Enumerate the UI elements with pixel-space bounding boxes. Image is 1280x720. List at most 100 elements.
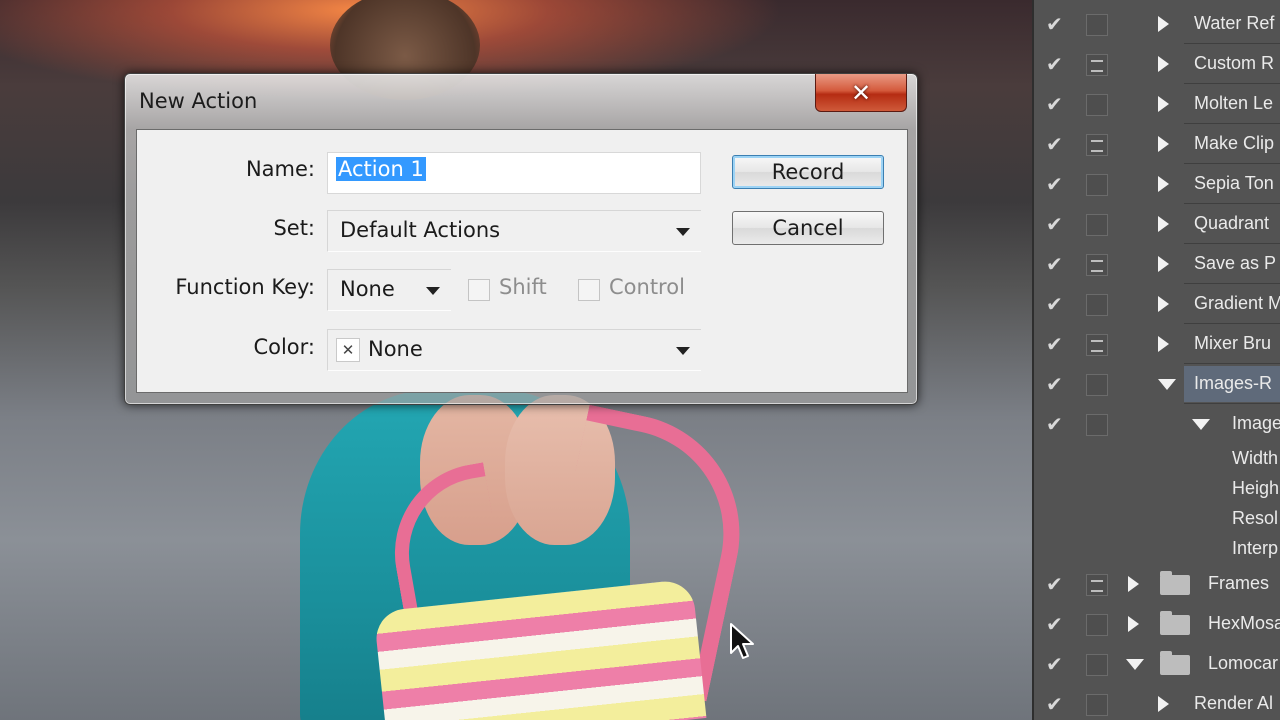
action-row-label: Sepia Ton (1194, 173, 1274, 193)
dialog-toggle-icon[interactable] (1086, 574, 1108, 596)
expand-down-icon[interactable] (1126, 659, 1144, 670)
color-dropdown-value: None (368, 337, 423, 361)
action-row[interactable]: ✔ Render Al (1034, 684, 1280, 720)
action-step-row[interactable]: Width (1034, 444, 1280, 474)
checkmark-icon[interactable]: ✔ (1046, 214, 1066, 234)
action-row[interactable]: ✔ Mixer Bru (1034, 324, 1280, 364)
expand-right-icon[interactable] (1158, 136, 1169, 152)
action-row-label: Gradient M (1194, 293, 1280, 313)
action-row[interactable]: ✔ Image (1034, 404, 1280, 444)
expand-right-icon[interactable] (1158, 16, 1169, 32)
action-row-label: Images-R (1194, 373, 1273, 393)
name-input-value: Action 1 (336, 157, 426, 181)
action-row-label: Water Ref (1194, 13, 1275, 33)
checkmark-icon[interactable]: ✔ (1046, 294, 1066, 314)
actions-panel: ✔ Water Ref ✔ Custom R ✔ Molten Le ✔ Make Clip ✔… (1032, 0, 1280, 720)
expand-right-icon[interactable] (1158, 296, 1169, 312)
expand-right-icon[interactable] (1158, 176, 1169, 192)
mouse-cursor-icon (730, 623, 754, 659)
function-key-dropdown[interactable]: None (327, 269, 451, 311)
chevron-down-icon (426, 287, 440, 295)
checkmark-icon[interactable]: ✔ (1046, 94, 1066, 114)
checkmark-icon[interactable]: ✔ (1046, 414, 1066, 434)
checkmark-icon[interactable]: ✔ (1046, 254, 1066, 274)
dialog-toggle-icon[interactable] (1086, 174, 1108, 196)
control-checkbox[interactable] (578, 279, 600, 301)
dialog-toggle-icon[interactable] (1086, 14, 1108, 36)
color-dropdown[interactable]: ✕ None (327, 329, 701, 371)
dialog-toggle-icon[interactable] (1086, 254, 1108, 276)
checkmark-icon[interactable]: ✔ (1046, 694, 1066, 714)
action-set-label: HexMosa (1208, 613, 1280, 633)
action-set-row[interactable]: ✔ Frames (1034, 564, 1280, 604)
expand-right-icon[interactable] (1158, 256, 1169, 272)
set-dropdown-value: Default Actions (340, 218, 501, 242)
dialog-toggle-icon[interactable] (1086, 694, 1108, 716)
expand-right-icon[interactable] (1128, 616, 1139, 632)
action-step-row[interactable]: Interp (1034, 534, 1280, 564)
expand-right-icon[interactable] (1158, 216, 1169, 232)
dialog-toggle-icon[interactable] (1086, 294, 1108, 316)
expand-down-icon[interactable] (1192, 419, 1210, 430)
set-dropdown[interactable]: Default Actions (327, 210, 701, 252)
expand-right-icon[interactable] (1128, 576, 1139, 592)
checkmark-icon[interactable]: ✔ (1046, 574, 1066, 594)
expand-right-icon[interactable] (1158, 96, 1169, 112)
expand-right-icon[interactable] (1158, 696, 1169, 712)
action-row-label: Custom R (1194, 53, 1275, 73)
action-row[interactable]: ✔ Molten Le (1034, 84, 1280, 124)
action-row-label: Save as P (1194, 253, 1277, 273)
dialog-client: Name: Action 1 Set: Default Actions Func… (136, 129, 908, 393)
dialog-toggle-icon[interactable] (1086, 654, 1108, 676)
action-row[interactable]: ✔ Images-R (1034, 364, 1280, 404)
folder-icon (1160, 651, 1190, 675)
action-step-row[interactable]: Resol (1034, 504, 1280, 534)
shift-checkbox[interactable] (468, 279, 490, 301)
chevron-down-icon (676, 228, 690, 236)
expand-right-icon[interactable] (1158, 56, 1169, 72)
action-row-label: Image (1232, 413, 1280, 433)
dialog-toggle-icon[interactable] (1086, 54, 1108, 76)
dialog-toggle-icon[interactable] (1086, 214, 1108, 236)
action-row[interactable]: ✔ Save as P (1034, 244, 1280, 284)
action-step-label: Width (1232, 448, 1279, 468)
record-button[interactable]: Record (732, 155, 884, 189)
dialog-toggle-icon[interactable] (1086, 374, 1108, 396)
checkmark-icon[interactable]: ✔ (1046, 654, 1066, 674)
action-row-label: Quadrant (1194, 213, 1270, 233)
action-step-label: Heigh (1232, 478, 1280, 498)
action-row[interactable]: ✔ Water Ref (1034, 4, 1280, 44)
checkmark-icon[interactable]: ✔ (1046, 134, 1066, 154)
action-row[interactable]: ✔ Make Clip (1034, 124, 1280, 164)
action-set-row[interactable]: ✔ HexMosa (1034, 604, 1280, 644)
name-input[interactable]: Action 1 (327, 152, 701, 194)
action-set-row[interactable]: ✔ Lomocar (1034, 644, 1280, 684)
dialog-toggle-icon[interactable] (1086, 134, 1108, 156)
checkmark-icon[interactable]: ✔ (1046, 614, 1066, 634)
expand-down-icon[interactable] (1158, 379, 1176, 390)
action-row[interactable]: ✔ Sepia Ton (1034, 164, 1280, 204)
checkmark-icon[interactable]: ✔ (1046, 54, 1066, 74)
action-step-row[interactable]: Heigh (1034, 474, 1280, 504)
dialog-toggle-icon[interactable] (1086, 334, 1108, 356)
expand-right-icon[interactable] (1158, 336, 1169, 352)
set-label: Set: (273, 216, 315, 240)
action-row[interactable]: ✔ Custom R (1034, 44, 1280, 84)
action-row[interactable]: ✔ Gradient M (1034, 284, 1280, 324)
cancel-button[interactable]: Cancel (732, 211, 884, 245)
checkmark-icon[interactable]: ✔ (1046, 174, 1066, 194)
dialog-toggle-icon[interactable] (1086, 414, 1108, 436)
action-row-label: Mixer Bru (1194, 333, 1272, 353)
action-row[interactable]: ✔ Quadrant (1034, 204, 1280, 244)
chevron-down-icon (676, 347, 690, 355)
dialog-toggle-icon[interactable] (1086, 94, 1108, 116)
dialog-toggle-icon[interactable] (1086, 614, 1108, 636)
checkmark-icon[interactable]: ✔ (1046, 374, 1066, 394)
color-swatch-none-icon: ✕ (336, 338, 360, 362)
checkmark-icon[interactable]: ✔ (1046, 334, 1066, 354)
close-button[interactable]: ✕ (815, 74, 907, 112)
folder-icon (1160, 611, 1190, 635)
action-step-label: Interp (1232, 538, 1279, 558)
action-set-label: Frames (1208, 573, 1270, 593)
checkmark-icon[interactable]: ✔ (1046, 14, 1066, 34)
